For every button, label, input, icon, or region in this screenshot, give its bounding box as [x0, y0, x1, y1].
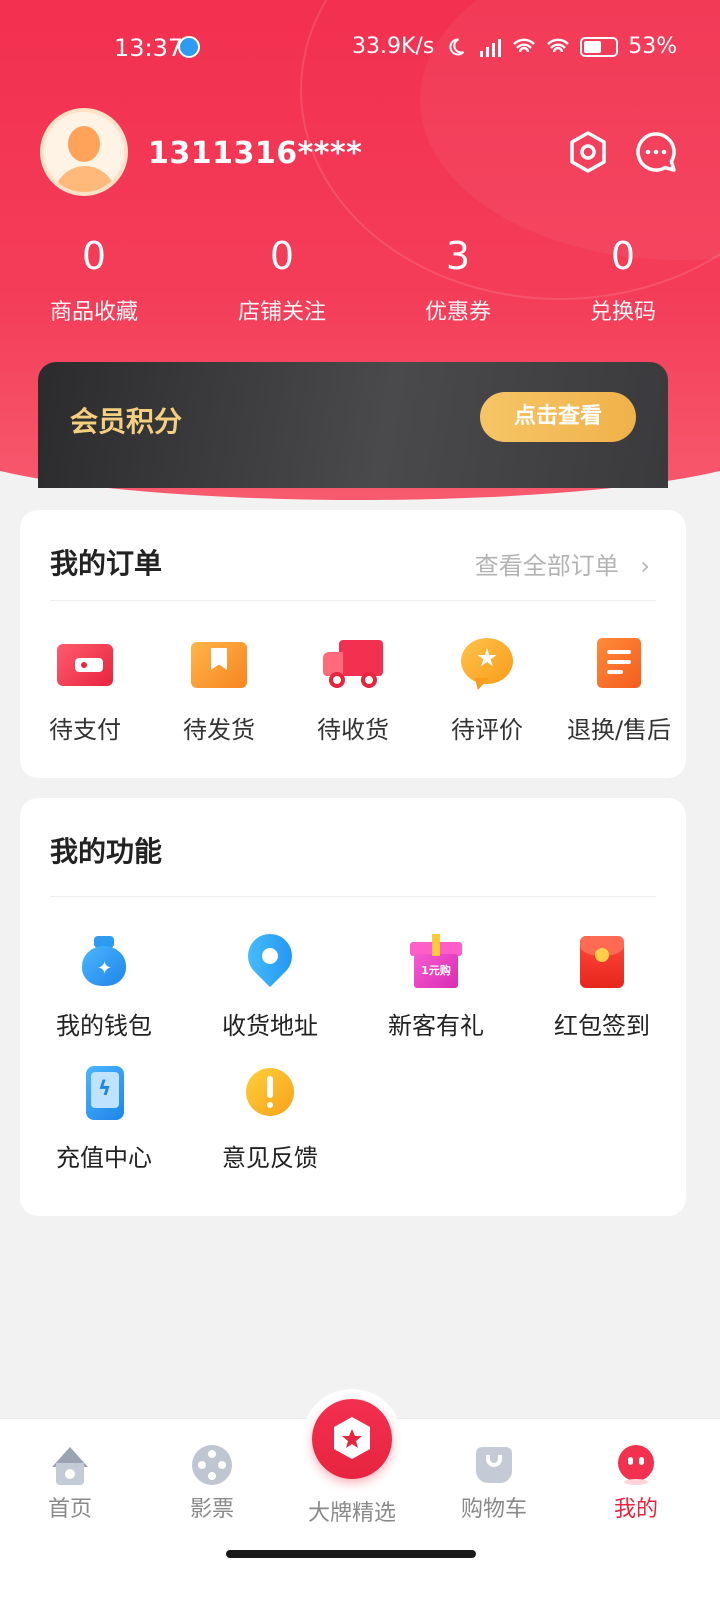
func-recharge-center[interactable]: ϟ 充值中心: [34, 1066, 174, 1173]
bottom-nav: 首页 影票 大牌精选 购物车 我的: [0, 1389, 720, 1600]
gift-badge: 1元购: [421, 964, 451, 977]
avatar[interactable]: [40, 108, 128, 196]
nav-movie-tickets[interactable]: 影票: [152, 1445, 272, 1523]
wifi-icon-2: [547, 38, 570, 52]
func-label: 我的钱包: [56, 1012, 152, 1040]
username[interactable]: 1311316****: [148, 136, 362, 171]
red-envelope-icon: [574, 934, 630, 990]
home-indicator: [226, 1550, 476, 1558]
money-bag-icon: ✦: [76, 934, 132, 990]
nav-label: 我的: [613, 1497, 658, 1522]
member-points-title: 会员积分: [70, 405, 183, 438]
nav-label: 购物车: [460, 1497, 527, 1522]
stat-value: 0: [610, 234, 636, 278]
func-red-envelope[interactable]: 红包签到: [532, 934, 672, 1041]
nav-brand-picks-button[interactable]: [302, 1389, 402, 1489]
cart-icon: [472, 1445, 516, 1485]
nav-label: 首页: [47, 1497, 92, 1522]
stat-label: 兑换码: [589, 300, 656, 325]
stat-coupons[interactable]: 3 优惠券: [398, 232, 518, 326]
func-wallet[interactable]: ✦ 我的钱包: [34, 934, 174, 1041]
divider: [50, 896, 656, 897]
phone-charge-icon: ϟ: [76, 1066, 132, 1122]
functions-title: 我的功能: [50, 835, 163, 868]
order-pending-review[interactable]: 待评价: [422, 636, 552, 745]
settings-icon[interactable]: [566, 130, 610, 174]
func-label: 红包签到: [554, 1012, 650, 1040]
nav-home[interactable]: 首页: [10, 1445, 130, 1523]
message-notification-icon: [178, 36, 200, 58]
stat-shop-follows[interactable]: 0 店铺关注: [222, 232, 342, 326]
stat-redeem-codes[interactable]: 0 兑换码: [563, 232, 683, 326]
star-bubble-icon: [455, 636, 519, 692]
bookmark-box-icon: [187, 636, 251, 692]
status-bar: 13:37 33.9K/s 53%: [0, 0, 720, 96]
view-points-button[interactable]: 点击查看: [480, 392, 636, 442]
order-label: 待评价: [451, 716, 523, 744]
star-hexagon-icon: [312, 1399, 392, 1479]
film-reel-icon: [190, 1445, 234, 1485]
func-label: 收货地址: [222, 1012, 318, 1040]
location-pin-icon: [238, 924, 302, 990]
func-label: 充值中心: [56, 1144, 152, 1172]
func-label: 意见反馈: [222, 1144, 318, 1172]
order-pending-receipt[interactable]: 待收货: [288, 636, 418, 745]
profile-page: 13:37 33.9K/s 53% 1311316**** 0 商品收藏 0 店…: [0, 0, 720, 1600]
wifi-icon: [513, 38, 536, 52]
net-speed: 33.9K/s: [352, 34, 435, 59]
cell-signal-icon: [480, 38, 502, 57]
nav-brand-picks-label[interactable]: 大牌精选: [292, 1495, 412, 1527]
battery-icon: [580, 36, 619, 57]
chevron-right-icon: ›: [640, 552, 650, 580]
order-after-sales[interactable]: 退换/售后: [554, 636, 684, 745]
document-icon: [587, 636, 651, 692]
order-label: 退换/售后: [566, 716, 672, 744]
home-icon: [48, 1445, 92, 1485]
func-feedback[interactable]: 意见反馈: [200, 1066, 340, 1173]
order-label: 待发货: [183, 716, 255, 744]
order-pending-shipment[interactable]: 待发货: [154, 636, 284, 745]
truck-icon: [321, 636, 385, 692]
stat-label: 优惠券: [424, 300, 491, 325]
divider: [50, 600, 656, 601]
orders-card: 我的订单 查看全部订单 › 待支付 待发货 待收货 待评价 退换/售后: [20, 510, 686, 778]
alert-icon: [242, 1066, 298, 1122]
stat-value: 0: [269, 234, 295, 278]
functions-card: 我的功能 ✦ 我的钱包 收货地址 1元购 新客有礼 红包签到 ϟ 充值中心 意见…: [20, 798, 686, 1216]
stat-label: 店铺关注: [237, 300, 326, 325]
orders-title: 我的订单: [50, 547, 163, 580]
member-points-card[interactable]: 会员积分 点击查看: [38, 362, 668, 488]
profile-icon: [614, 1445, 658, 1485]
func-label: 新客有礼: [388, 1012, 484, 1040]
stat-value: 0: [81, 234, 107, 278]
func-address[interactable]: 收货地址: [200, 924, 340, 1041]
message-icon[interactable]: [634, 130, 678, 174]
view-all-orders-label: 查看全部订单: [474, 552, 619, 580]
order-label: 待收货: [317, 716, 389, 744]
func-new-customer-gift[interactable]: 1元购 新客有礼: [366, 934, 506, 1041]
battery-level: 53%: [628, 34, 678, 59]
order-pending-payment[interactable]: 待支付: [20, 636, 150, 745]
order-label: 待支付: [49, 716, 121, 744]
nav-profile[interactable]: 我的: [576, 1445, 696, 1523]
wallet-icon: [53, 636, 117, 692]
stat-value: 3: [445, 234, 471, 278]
moon-icon: [449, 38, 465, 55]
stat-favorites[interactable]: 0 商品收藏: [34, 232, 154, 326]
nav-label: 影票: [189, 1497, 234, 1522]
status-indicators: 33.9K/s 53%: [352, 34, 677, 59]
status-time: 13:37: [114, 34, 184, 62]
stat-label: 商品收藏: [49, 300, 138, 325]
nav-cart[interactable]: 购物车: [434, 1445, 554, 1523]
view-all-orders-link[interactable]: 查看全部订单 ›: [475, 546, 650, 581]
gift-icon: 1元购: [408, 934, 464, 990]
